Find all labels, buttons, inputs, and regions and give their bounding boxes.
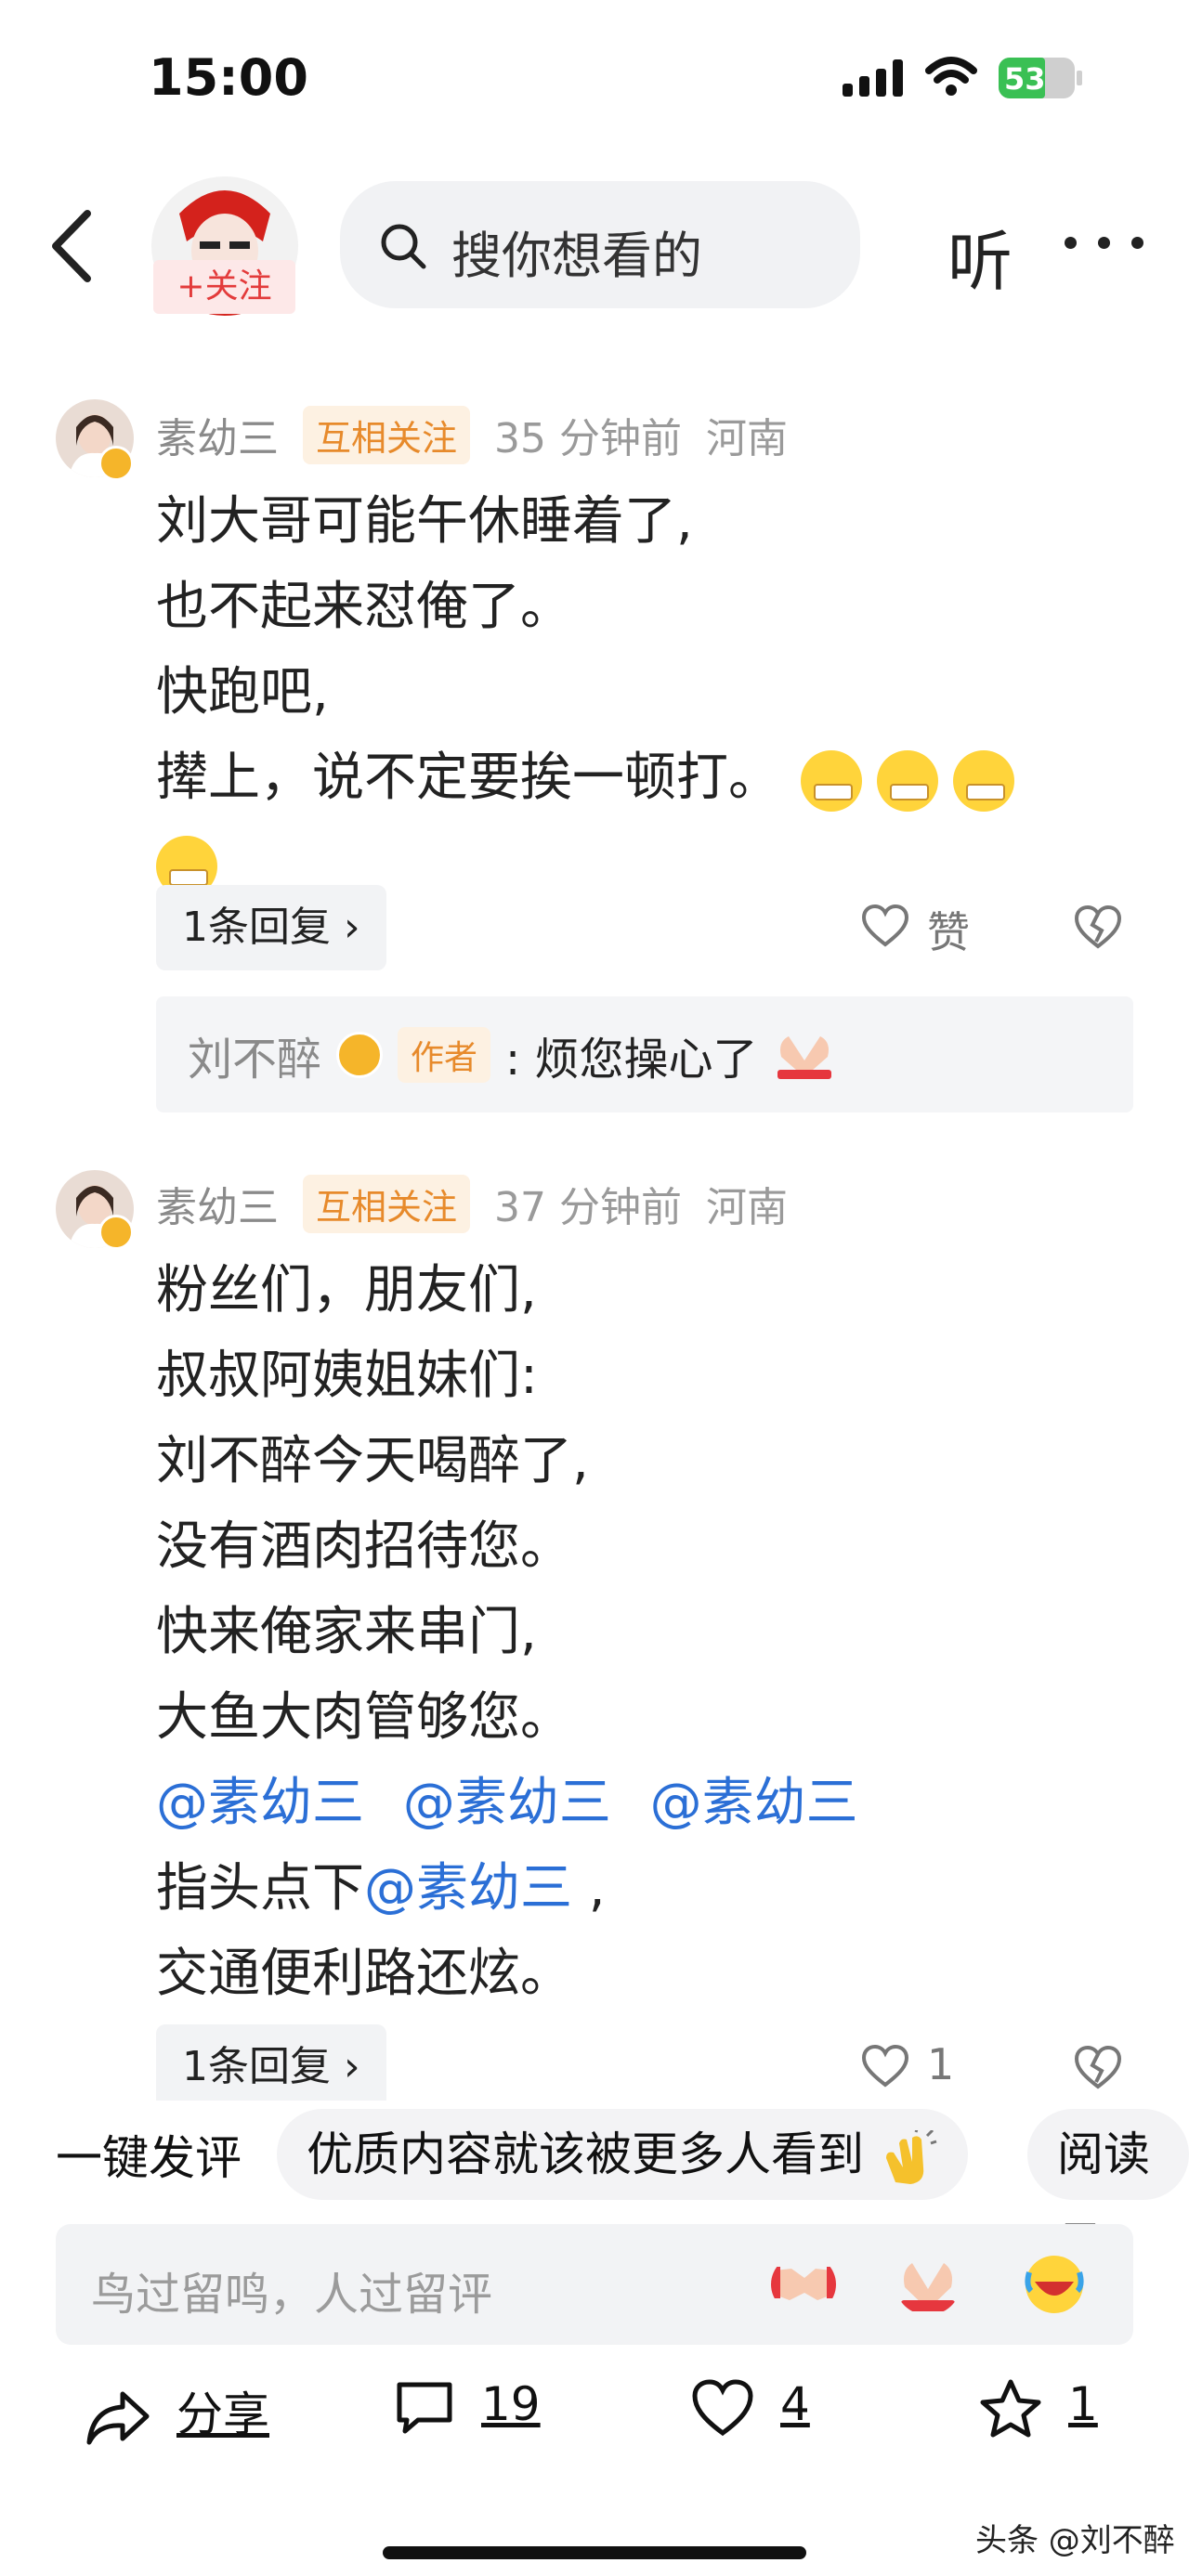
like-count[interactable]: 1 <box>927 2039 954 2089</box>
back-icon[interactable] <box>46 204 102 288</box>
like-button[interactable]: 4 <box>691 2377 810 2437</box>
comment-time: 37 分钟前 <box>494 1184 682 1231</box>
mention-link[interactable]: @素幼三 <box>364 1858 572 1919</box>
comment-time: 35 分钟前 <box>494 415 682 462</box>
comments-button[interactable]: 19 <box>394 2377 541 2437</box>
quick-comment-chip[interactable]: 阅读量 <box>1027 2109 1189 2272</box>
favorite-button[interactable]: 1 <box>979 2377 1098 2438</box>
comment-text: 粉丝们，朋友们, 叔叔阿姨姐妹们: 刘不醉今天喝醉了, 没有酒肉招待您。 快来俺… <box>156 1248 858 2017</box>
clipped-actions-row: 1条回复 › 1 <box>0 2024 1189 2108</box>
heart-icon <box>692 2378 753 2436</box>
quick-comment-chip[interactable]: 优质内容就该被更多人看到 <box>277 2109 968 2200</box>
comment-line: 叔叔阿姨姐妹们: <box>156 1346 538 1406</box>
mention-link[interactable]: @素幼三 <box>650 1773 858 1833</box>
quick-comment-bar: 一键发评 优质内容就该被更多人看到 阅读量 <box>0 2101 1189 2272</box>
mutual-follow-badge: 互相关注 <box>303 405 471 464</box>
chevron-right-icon: › <box>331 904 360 951</box>
mutual-follow-badge: 互相关注 <box>303 1174 471 1233</box>
comment-line: 刘大哥可能午休睡着了, <box>156 491 693 552</box>
dislike-icon[interactable] <box>1074 904 1122 949</box>
search-icon <box>381 224 426 269</box>
chip-text: 优质内容就该被更多人看到 <box>307 2127 864 2181</box>
pray-hands-emoji-icon <box>777 1036 832 1079</box>
status-time: 15:00 <box>149 48 308 107</box>
follow-button[interactable]: +关注 <box>153 260 295 314</box>
comment-line: 撵上，说不定要挨一顿打。 <box>156 748 780 808</box>
commenter-name[interactable]: 素幼三 <box>156 405 279 464</box>
mention-link[interactable]: @素幼三 <box>156 1773 364 1833</box>
reply-author-name[interactable]: 刘不醉 <box>188 1022 321 1087</box>
handshake-emoji-icon[interactable] <box>771 2254 836 2315</box>
comment-input-placeholder: 鸟过留鸣，人过留评 <box>91 2269 493 2321</box>
comment-line: 快跑吧, <box>156 662 329 722</box>
search-bar[interactable]: 搜你想看的 <box>340 181 860 308</box>
battery-level: 53 <box>1004 61 1046 97</box>
comment-line: 交通便利路还炫。 <box>156 1944 572 2004</box>
dislike-icon[interactable] <box>1074 2045 1122 2089</box>
view-replies-button[interactable]: 1条回复 › <box>156 2024 386 2108</box>
author-tag: 作者 <box>398 1027 491 1083</box>
chevron-right-icon: › <box>331 2043 360 2090</box>
comment-location: 河南 <box>706 415 788 462</box>
grin-emoji-icon <box>877 749 938 812</box>
share-label: 分享 <box>176 2387 269 2441</box>
rofl-emoji-icon[interactable] <box>1022 2254 1087 2315</box>
reply-count-label: 1条回复 <box>182 904 331 951</box>
more-options-icon[interactable] <box>1065 237 1144 252</box>
comment-line: 大鱼大肉管够您。 <box>156 1687 572 1748</box>
verified-badge-icon <box>98 446 134 481</box>
comment-line: 没有酒肉招待您。 <box>156 1516 572 1577</box>
like-icon[interactable] <box>862 904 908 947</box>
comment-line: 指头点下 <box>156 1858 364 1919</box>
comment-location: 河南 <box>706 1184 788 1231</box>
clap-emoji-icon <box>885 2126 937 2184</box>
comment-line: 刘不醉今天喝醉了, <box>156 1431 589 1491</box>
view-replies-button[interactable]: 1条回复 › <box>156 885 386 970</box>
verified-badge-icon <box>336 1032 384 1078</box>
share-icon <box>86 2391 150 2444</box>
share-button[interactable]: 分享 <box>85 2377 269 2448</box>
home-indicator <box>383 2546 806 2559</box>
mention-link[interactable]: @素幼三 <box>403 1773 611 1833</box>
comment-icon <box>397 2382 452 2433</box>
search-placeholder: 搜你想看的 <box>451 227 702 285</box>
listen-button[interactable]: 听 <box>947 210 1013 304</box>
comment-line: 也不起来怼俺了。 <box>156 577 572 637</box>
like-count: 4 <box>780 2377 810 2431</box>
like-icon[interactable] <box>862 2045 908 2088</box>
comment-line: , <box>572 1858 606 1919</box>
like-label[interactable]: 赞 <box>927 899 970 960</box>
watermark: 头条 @刘不醉 <box>975 2522 1175 2559</box>
comment-count: 19 <box>481 2377 541 2431</box>
comment-text: 刘大哥可能午休睡着了, 也不起来怼俺了。 快跑吧, 撵上，说不定要挨一顿打。 <box>156 479 1029 906</box>
comment-line: 快来俺家来串门, <box>156 1602 537 1662</box>
battery-indicator: 53 <box>999 58 1084 98</box>
grin-emoji-icon <box>801 749 862 812</box>
grin-emoji-icon <box>953 749 1014 812</box>
star-icon <box>980 2379 1041 2437</box>
pray-hands-emoji-icon[interactable] <box>895 2254 960 2315</box>
comment-line: 粉丝们，朋友们, <box>156 1260 537 1321</box>
cellular-signal-icon <box>843 59 904 97</box>
wifi-icon <box>925 57 977 96</box>
comment-input[interactable]: 鸟过留鸣，人过留评 <box>56 2224 1133 2345</box>
reply-count-label: 1条回复 <box>182 2043 331 2090</box>
reply-text: : 烦您操心了 <box>505 1034 758 1086</box>
author-reply[interactable]: 刘不醉 作者 : 烦您操心了 <box>156 996 1133 1112</box>
commenter-name[interactable]: 素幼三 <box>156 1174 279 1233</box>
favorite-count: 1 <box>1068 2377 1098 2431</box>
verified-badge-icon <box>98 1215 134 1250</box>
quick-comment-label: 一键发评 <box>56 2131 242 2185</box>
